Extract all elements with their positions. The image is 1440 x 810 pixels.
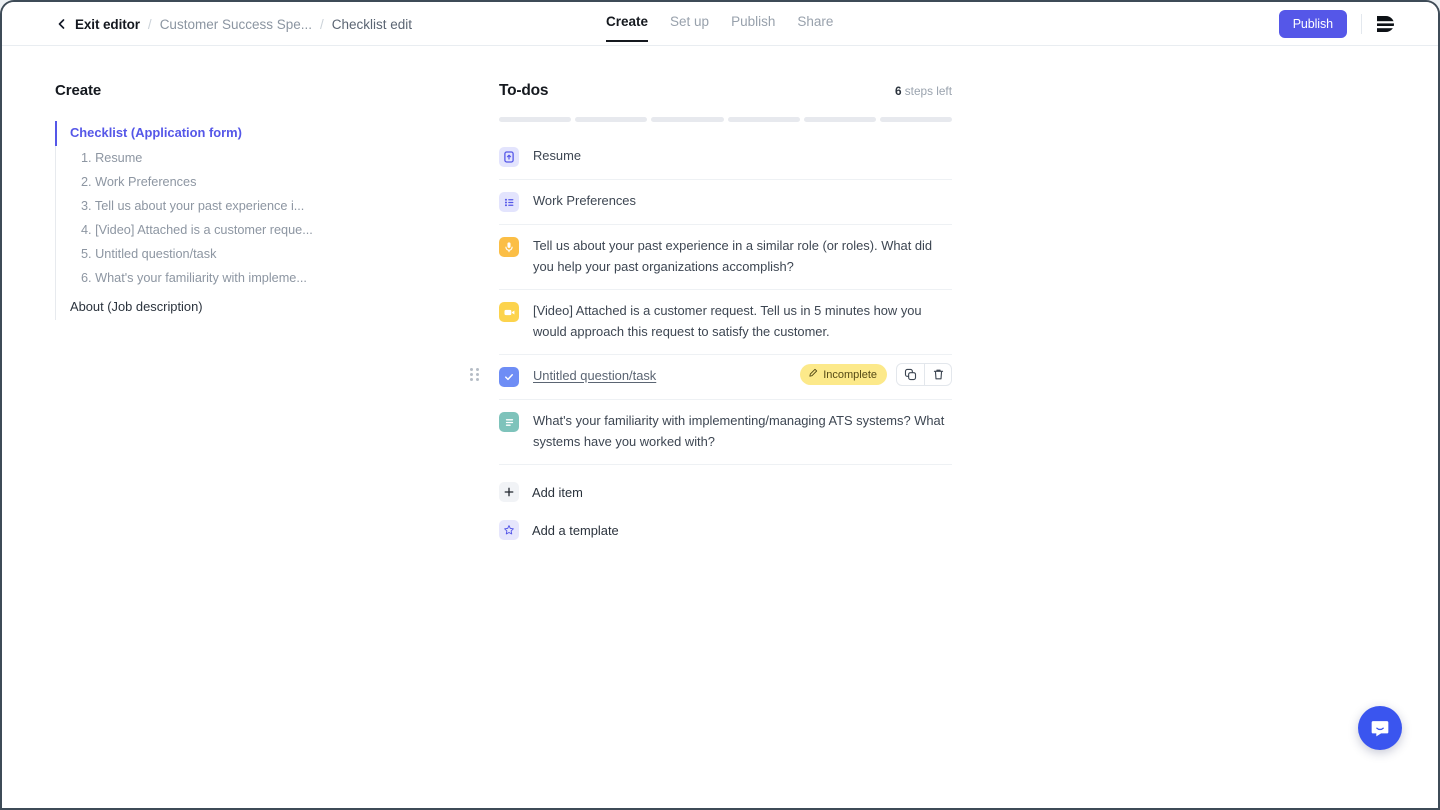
drag-dot	[476, 373, 479, 376]
table-row[interactable]: What's your familiarity with implementin…	[499, 400, 952, 465]
upload-file-icon	[499, 147, 519, 167]
plus-icon	[499, 482, 519, 502]
microphone-icon	[499, 237, 519, 257]
app-window: Exit editor / Customer Success Spe... / …	[2, 2, 1438, 808]
trash-icon[interactable]	[924, 364, 951, 385]
tab-share[interactable]: Share	[797, 14, 833, 42]
row-actions: Incomplete	[800, 363, 952, 386]
todo-label: What's your familiarity with implementin…	[533, 411, 952, 452]
add-template-label: Add a template	[532, 523, 619, 538]
progress-segment	[728, 117, 800, 122]
todo-label: Work Preferences	[533, 191, 642, 212]
intercom-messenger-button[interactable]	[1358, 706, 1402, 750]
progress-segment	[575, 117, 647, 122]
top-navigation-bar: Exit editor / Customer Success Spe... / …	[2, 2, 1438, 46]
text-lines-icon	[499, 412, 519, 432]
sidebar-title: Create	[55, 82, 355, 99]
sidebar-item-checklist[interactable]: Checklist (Application form)	[56, 121, 355, 146]
steps-left-count: 6	[895, 84, 902, 98]
list-icon	[499, 192, 519, 212]
editor-tabs: Create Set up Publish Share	[606, 2, 833, 46]
duplicate-icon[interactable]	[897, 364, 924, 385]
tab-set-up[interactable]: Set up	[670, 14, 709, 42]
add-item-label: Add item	[532, 485, 583, 500]
sidebar-item-resume[interactable]: 1. Resume	[56, 146, 355, 170]
panel-title: To-dos	[499, 82, 548, 100]
add-template-button[interactable]: Add a template	[499, 511, 952, 549]
todos-panel: To-dos 6 steps left	[499, 82, 952, 549]
outline-sidebar: Create Checklist (Application form) 1. R…	[55, 82, 355, 320]
tab-create[interactable]: Create	[606, 14, 648, 42]
tab-publish[interactable]: Publish	[731, 14, 775, 42]
todo-label: Resume	[533, 146, 587, 167]
breadcrumb: Exit editor / Customer Success Spe... / …	[55, 2, 412, 46]
progress-bar	[499, 117, 952, 122]
back-chevron-icon[interactable]	[55, 17, 69, 31]
breadcrumb-separator-2: /	[320, 17, 324, 32]
pencil-icon	[808, 368, 818, 381]
breadcrumb-separator-1: /	[148, 17, 152, 32]
status-badge-label: Incomplete	[823, 369, 877, 381]
add-item-button[interactable]: Add item	[499, 465, 952, 511]
sidebar-item-about[interactable]: About (Job description)	[56, 295, 355, 320]
breadcrumb-current-page: Checklist edit	[332, 17, 412, 32]
status-badge[interactable]: Incomplete	[800, 364, 887, 385]
drag-dot	[470, 378, 473, 381]
todo-label: [Video] Attached is a customer request. …	[533, 301, 952, 342]
steps-left-label: steps left	[905, 84, 952, 98]
table-row[interactable]: Work Preferences	[499, 180, 952, 225]
video-camera-icon	[499, 302, 519, 322]
todo-label: Tell us about your past experience in a …	[533, 236, 952, 277]
progress-segment	[651, 117, 723, 122]
row-action-buttons	[896, 363, 952, 386]
browser-frame: Exit editor / Customer Success Spe... / …	[0, 0, 1440, 810]
sidebar-item-video-request[interactable]: 4. [Video] Attached is a customer reque.…	[56, 218, 355, 242]
outline-nav-group: Checklist (Application form) 1. Resume 2…	[55, 121, 355, 320]
progress-segment	[880, 117, 952, 122]
todos-header: To-dos 6 steps left	[499, 82, 952, 100]
header-divider	[1361, 14, 1362, 34]
drag-dot	[470, 368, 473, 371]
header-actions: Publish	[1279, 2, 1396, 46]
editor-content: Create Checklist (Application form) 1. R…	[2, 46, 1438, 808]
exit-editor-link[interactable]: Exit editor	[75, 17, 140, 32]
progress-segment	[499, 117, 571, 122]
publish-button[interactable]: Publish	[1279, 10, 1347, 38]
sidebar-item-ats-familiarity[interactable]: 6. What's your familiarity with impleme.…	[56, 266, 355, 290]
checkbox-checked-icon[interactable]	[499, 367, 519, 387]
steps-left-status: 6 steps left	[895, 84, 952, 98]
progress-segment	[804, 117, 876, 122]
drag-dot	[476, 378, 479, 381]
table-row[interactable]: Tell us about your past experience in a …	[499, 225, 952, 290]
sidebar-item-untitled-question[interactable]: 5. Untitled question/task	[56, 242, 355, 266]
table-row[interactable]: [Video] Attached is a customer request. …	[499, 290, 952, 355]
brand-logo-icon[interactable]	[1376, 15, 1396, 33]
star-icon	[499, 520, 519, 540]
sidebar-item-work-preferences[interactable]: 2. Work Preferences	[56, 170, 355, 194]
drag-handle-icon[interactable]	[470, 368, 480, 382]
drag-dot	[476, 368, 479, 371]
breadcrumb-job-title[interactable]: Customer Success Spe...	[160, 17, 312, 32]
todo-label[interactable]: Untitled question/task	[533, 366, 662, 387]
chat-bubble-icon	[1369, 717, 1391, 739]
table-row[interactable]: Resume	[499, 136, 952, 180]
table-row-selected[interactable]: Untitled question/task Incomplete	[499, 355, 952, 400]
sidebar-item-past-experience[interactable]: 3. Tell us about your past experience i.…	[56, 194, 355, 218]
drag-dot	[470, 373, 473, 376]
